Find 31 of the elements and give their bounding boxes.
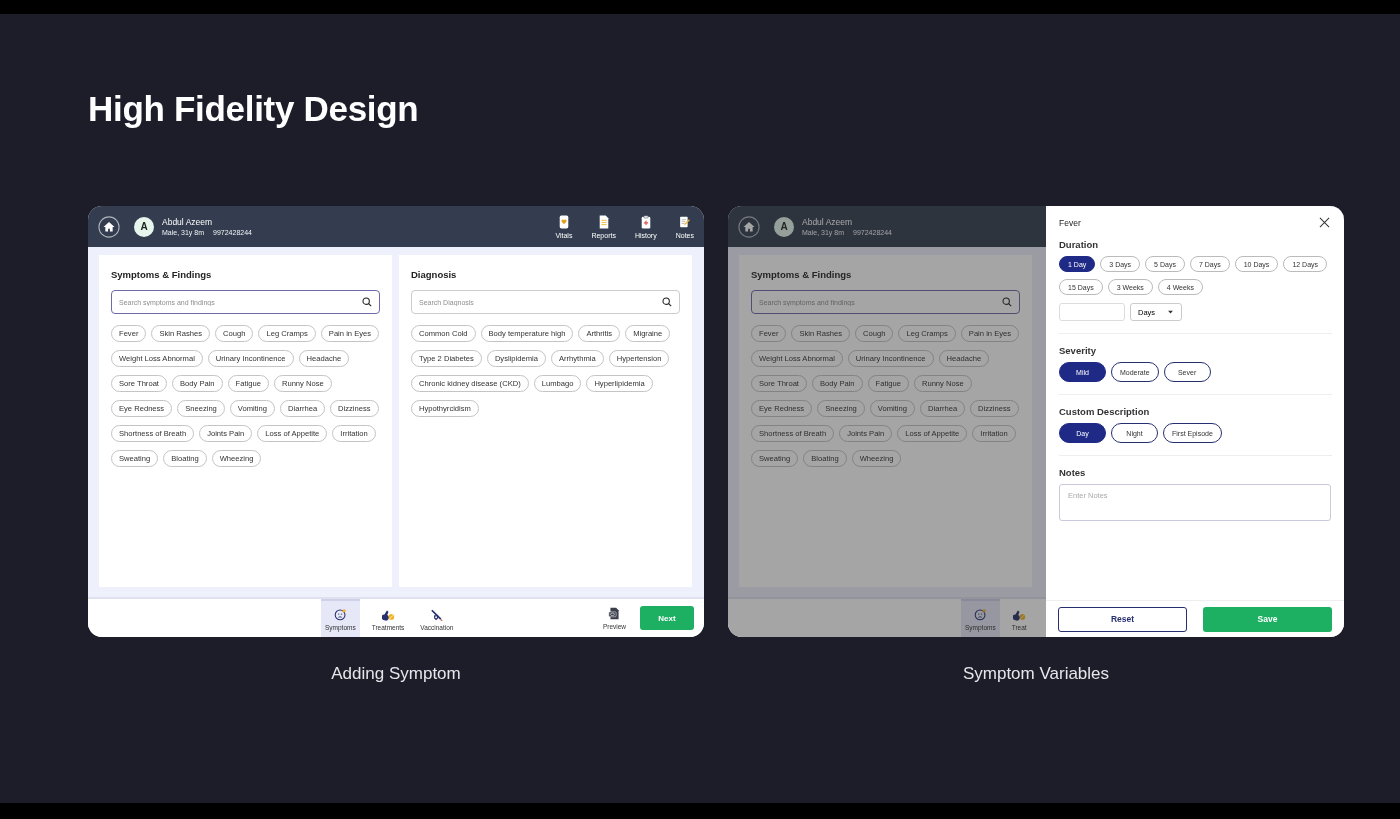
search-icon[interactable] — [362, 297, 372, 307]
patient-name: Abdul Azeem — [162, 217, 214, 227]
notepad-pencil-icon — [678, 214, 691, 229]
section-title: Notes — [1059, 467, 1087, 478]
reset-button[interactable]: Reset — [1058, 606, 1187, 632]
heart-badge-icon — [557, 214, 570, 229]
panel-title: Diagnosis — [411, 269, 458, 280]
slide-title: High Fidelity Design — [88, 89, 420, 130]
close-button[interactable] — [1319, 217, 1330, 228]
document-eye-icon — [607, 606, 621, 620]
clipboard-icon — [639, 214, 652, 229]
section-title: Severity — [1059, 345, 1097, 356]
avatar: A — [134, 216, 154, 237]
section-title: Duration — [1059, 239, 1100, 250]
screen-caption: Symptom Variables — [962, 664, 1110, 684]
search-icon[interactable] — [662, 297, 672, 307]
close-icon — [1319, 217, 1330, 228]
input-field[interactable] — [1059, 303, 1125, 321]
home-icon[interactable] — [98, 215, 120, 238]
panel-title: Symptoms & Findings — [751, 269, 853, 280]
face-icon — [973, 607, 987, 621]
avatar: A — [774, 216, 794, 237]
caret-icon — [1167, 310, 1174, 314]
document-icon — [597, 214, 610, 229]
section-title: Custom Description — [1059, 406, 1151, 417]
screen-caption: Adding Symptom — [331, 664, 461, 684]
face-icon — [333, 607, 347, 621]
panel-title: Symptoms & Findings — [111, 269, 213, 280]
drawer-title: Fever — [1059, 217, 1081, 228]
search-icon[interactable] — [1002, 297, 1012, 307]
patient-name: Abdul Azeem — [802, 217, 854, 227]
